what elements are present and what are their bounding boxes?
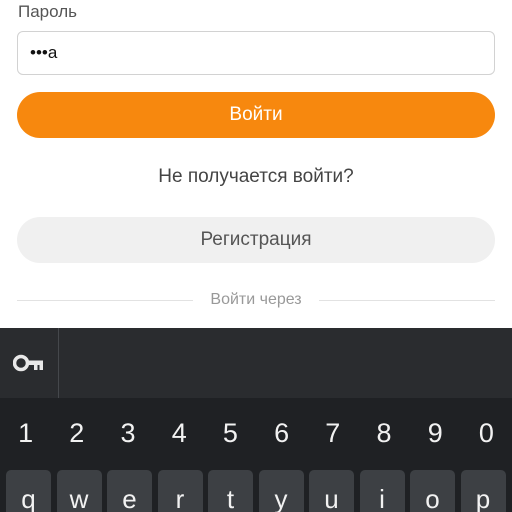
login-via-label: Войти через xyxy=(210,291,302,308)
keyboard-toolbar xyxy=(0,328,512,398)
key-3[interactable]: 3 xyxy=(102,400,153,466)
key-i[interactable]: i xyxy=(359,470,405,512)
key-1[interactable]: 1 xyxy=(0,400,51,466)
key-9[interactable]: 9 xyxy=(410,400,461,466)
key-0[interactable]: 0 xyxy=(461,400,512,466)
keyboard: 1 2 3 4 5 6 7 8 9 0 q w e r t y u i o p xyxy=(0,328,512,512)
divider-line-right xyxy=(318,299,496,301)
toolbar-separator xyxy=(58,328,59,398)
key-t[interactable]: t xyxy=(208,470,253,512)
login-via-divider: Войти через xyxy=(17,289,496,311)
key-u[interactable]: u xyxy=(309,470,354,512)
key-icon xyxy=(13,354,43,372)
divider-line-left xyxy=(17,299,194,301)
key-y[interactable]: y xyxy=(258,470,304,512)
key-o[interactable]: o xyxy=(410,470,455,512)
key-w[interactable]: w xyxy=(56,470,102,512)
password-label: Пароль xyxy=(18,2,77,21)
register-button[interactable]: Регистрация xyxy=(17,217,495,263)
letter-row: q w e r t y u i o p xyxy=(0,470,512,512)
key-6[interactable]: 6 xyxy=(256,400,307,466)
key-4[interactable]: 4 xyxy=(154,400,205,466)
login-screen: Пароль Войти Не получается войти? Регист… xyxy=(0,0,512,512)
key-q[interactable]: q xyxy=(6,470,51,512)
key-e[interactable]: e xyxy=(107,470,152,512)
forgot-link[interactable]: Не получается войти? xyxy=(0,166,512,188)
password-field[interactable] xyxy=(17,31,495,75)
key-r[interactable]: r xyxy=(157,470,203,512)
key-8[interactable]: 8 xyxy=(358,400,409,466)
number-row: 1 2 3 4 5 6 7 8 9 0 xyxy=(0,400,512,466)
key-2[interactable]: 2 xyxy=(51,400,102,466)
login-button[interactable]: Войти xyxy=(17,92,495,138)
key-p[interactable]: p xyxy=(460,470,506,512)
key-7[interactable]: 7 xyxy=(307,400,358,466)
key-5[interactable]: 5 xyxy=(205,400,256,466)
password-manager-button[interactable] xyxy=(0,328,58,398)
